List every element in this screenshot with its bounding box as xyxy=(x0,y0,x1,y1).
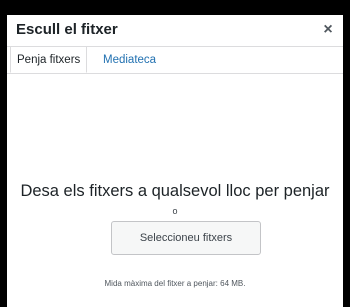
modal-title: Escull el fitxer xyxy=(16,21,118,38)
select-files-button[interactable]: Seleccioneu fitxers xyxy=(111,221,261,255)
or-separator: o xyxy=(172,206,178,216)
tab-media-library[interactable]: Mediateca xyxy=(101,47,158,73)
modal-backdrop: Escull el fitxer × Penja fitxers Mediate… xyxy=(0,0,350,307)
close-button[interactable]: × xyxy=(317,19,339,41)
modal-header: Escull el fitxer × xyxy=(7,15,343,47)
modal-tabs: Penja fitxers Mediateca xyxy=(7,47,343,74)
max-upload-size: Mida màxima del fitxer a penjar: 64 MB. xyxy=(104,279,246,288)
upload-instructions: Desa els fitxers a qualsevol lloc per pe… xyxy=(20,182,330,200)
media-modal: Escull el fitxer × Penja fitxers Mediate… xyxy=(7,15,343,307)
close-icon: × xyxy=(323,21,333,38)
tab-upload-files[interactable]: Penja fitxers xyxy=(10,47,88,73)
